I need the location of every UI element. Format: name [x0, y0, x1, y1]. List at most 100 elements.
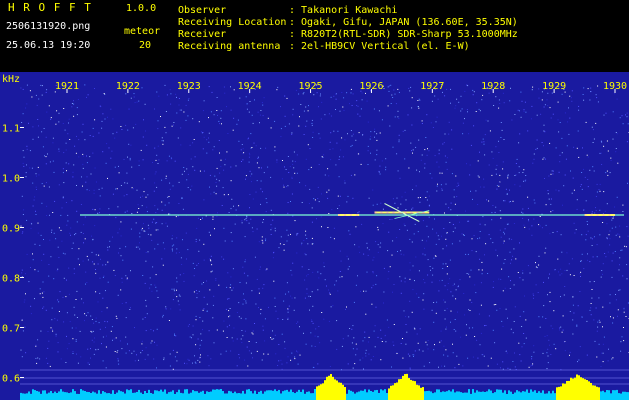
noise-dot — [612, 357, 614, 359]
noise-dot — [65, 142, 67, 144]
noise-dot — [357, 113, 359, 115]
noise-dot — [117, 350, 119, 352]
noise-dot — [245, 282, 247, 284]
noise-dot — [456, 355, 458, 357]
level-bar — [66, 392, 68, 400]
noise-dot — [72, 242, 74, 244]
noise-dot — [423, 365, 425, 367]
noise-dot — [156, 290, 158, 292]
noise-dot — [284, 347, 286, 349]
noise-dot — [60, 214, 62, 216]
noise-dot — [284, 115, 286, 117]
noise-dot — [223, 258, 225, 260]
noise-dot — [76, 114, 78, 116]
noise-dot — [37, 339, 39, 341]
noise-dot — [63, 108, 65, 109]
noise-dot — [452, 284, 454, 286]
noise-dot — [265, 269, 267, 271]
noise-dot — [357, 212, 359, 214]
noise-dot — [120, 126, 122, 127]
noise-dot — [50, 327, 52, 329]
noise-dot — [46, 215, 48, 216]
noise-dot — [162, 316, 164, 318]
noise-dot — [398, 118, 400, 119]
level-bar — [176, 392, 178, 400]
level-bar — [616, 389, 618, 400]
noise-dot — [345, 308, 346, 310]
noise-dot — [31, 223, 33, 225]
noise-dot — [98, 254, 100, 256]
level-bar — [550, 393, 552, 400]
noise-dot — [427, 348, 429, 350]
noise-dot — [558, 190, 560, 192]
level-bar — [480, 391, 482, 400]
noise-dot — [383, 291, 385, 293]
noise-dot — [411, 150, 412, 152]
level-bar — [174, 393, 176, 400]
noise-dot — [251, 173, 253, 175]
noise-dot — [69, 139, 71, 140]
noise-dot — [320, 118, 322, 120]
noise-dot — [591, 211, 593, 213]
noise-dot — [500, 278, 502, 280]
noise-dot — [535, 266, 537, 268]
noise-dot — [41, 183, 43, 185]
noise-dot — [35, 94, 37, 96]
noise-dot — [165, 175, 167, 177]
noise-dot — [56, 270, 58, 272]
noise-dot — [500, 217, 502, 219]
level-bar — [118, 390, 120, 400]
noise-dot — [461, 108, 463, 110]
noise-dot — [510, 201, 511, 202]
noise-dot — [350, 174, 352, 176]
noise-dot — [34, 243, 36, 245]
noise-dot — [156, 222, 158, 223]
noise-dot — [250, 133, 252, 135]
noise-dot — [459, 221, 460, 223]
noise-dot — [199, 317, 201, 318]
level-bar — [596, 386, 598, 400]
level-bar — [276, 391, 278, 400]
noise-dot — [127, 156, 128, 158]
noise-dot — [94, 209, 96, 211]
noise-dot — [405, 199, 407, 201]
noise-dot — [380, 242, 382, 244]
noise-dot — [187, 99, 189, 101]
noise-dot — [172, 299, 174, 301]
noise-dot — [333, 130, 335, 132]
noise-dot — [51, 307, 53, 309]
x-tick-label: 1928 — [481, 81, 505, 92]
noise-dot — [504, 233, 505, 235]
noise-dot — [171, 158, 173, 160]
noise-dot — [339, 110, 341, 112]
noise-dot — [477, 357, 479, 359]
noise-dot — [376, 154, 378, 156]
noise-dot — [596, 256, 598, 258]
noise-dot — [599, 234, 601, 236]
noise-dot — [34, 196, 36, 198]
noise-dot — [587, 230, 589, 232]
noise-dot — [174, 293, 176, 295]
noise-dot — [614, 251, 616, 252]
noise-dot — [26, 219, 28, 221]
noise-dot — [199, 344, 201, 346]
noise-dot — [392, 146, 394, 148]
level-bar — [378, 392, 380, 400]
noise-dot — [519, 315, 521, 317]
noise-dot — [238, 302, 240, 304]
noise-dot — [236, 312, 238, 313]
noise-dot — [545, 204, 547, 206]
noise-dot — [151, 340, 153, 342]
noise-dot — [108, 147, 110, 149]
noise-dot — [606, 237, 608, 239]
level-bar — [140, 392, 142, 400]
noise-dot — [416, 293, 418, 295]
noise-dot — [459, 279, 461, 281]
noise-dot — [527, 130, 529, 132]
noise-dot — [326, 191, 328, 193]
noise-dot — [31, 96, 33, 98]
noise-dot — [599, 183, 601, 185]
noise-dot — [212, 304, 214, 306]
noise-dot — [625, 316, 627, 317]
noise-dot — [597, 321, 599, 323]
